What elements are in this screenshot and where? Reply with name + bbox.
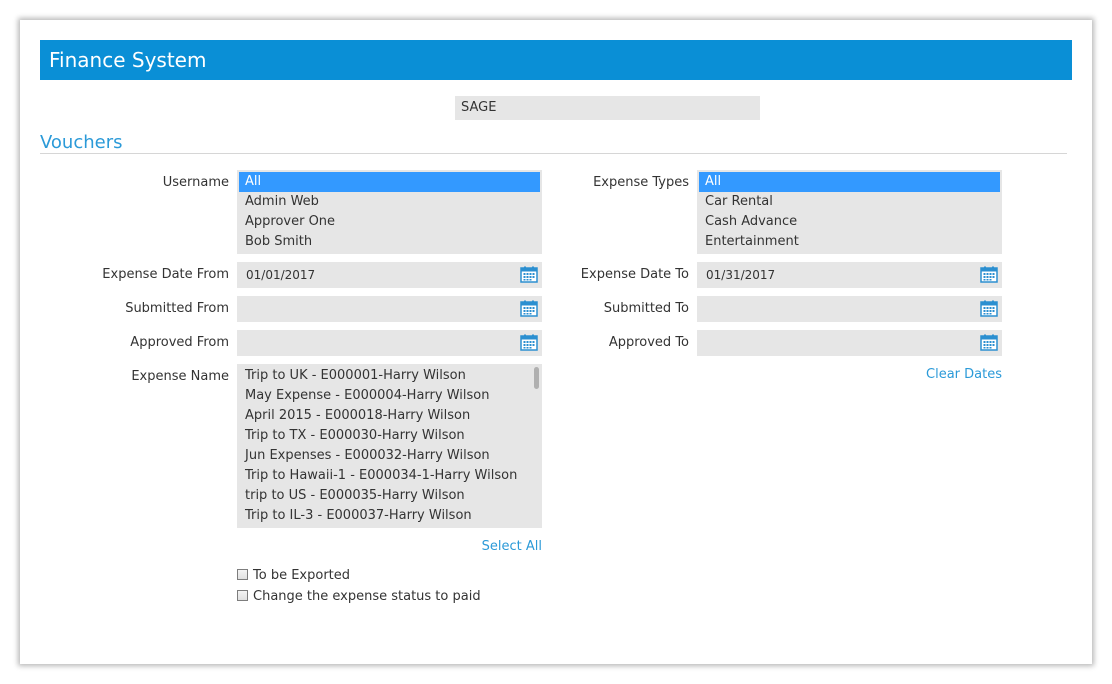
calendar-icon[interactable]: [980, 266, 998, 283]
username-label: Username: [162, 175, 229, 190]
app-title: Finance System: [49, 48, 207, 72]
calendar-icon[interactable]: [980, 300, 998, 317]
expense-name-option[interactable]: April 2015 - E000018-Harry Wilson: [239, 406, 540, 426]
expense-types-listbox[interactable]: All Car Rental Cash Advance Entertainmen…: [697, 170, 1002, 254]
expense-name-option[interactable]: Trip to Hawaii-1 - E000034-1-Harry Wilso…: [239, 466, 540, 486]
section-divider: [40, 153, 1067, 154]
expense-type-option[interactable]: Entertainment: [699, 232, 1000, 252]
expense-name-option[interactable]: Jun Expenses - E000032-Harry Wilson: [239, 446, 540, 466]
expense-name-listbox[interactable]: Trip to UK - E000001-Harry Wilson May Ex…: [237, 364, 542, 528]
expense-date-from-value: 01/01/2017: [246, 268, 316, 282]
to-be-exported-checkbox[interactable]: [237, 569, 248, 580]
change-status-paid-label: Change the expense status to paid: [253, 589, 481, 604]
expense-name-option[interactable]: Trip to UK - E000001-Harry Wilson: [239, 366, 540, 386]
expense-type-option[interactable]: All: [699, 172, 1000, 192]
username-option[interactable]: Approver One: [239, 212, 540, 232]
expense-type-option[interactable]: Cash Advance: [699, 212, 1000, 232]
expense-name-option[interactable]: Trip to TX - E000030-Harry Wilson: [239, 426, 540, 446]
expense-date-to-input[interactable]: 01/31/2017: [697, 262, 1002, 288]
expense-type-option[interactable]: Car Rental: [699, 192, 1000, 212]
expense-date-from-label: Expense Date From: [102, 267, 229, 282]
expense-name-option[interactable]: Trip to IL-3 - E000037-Harry Wilson: [239, 506, 540, 526]
expense-name-label: Expense Name: [131, 369, 229, 384]
submitted-to-label: Submitted To: [603, 301, 689, 316]
section-title: Vouchers: [40, 132, 123, 153]
approved-to-label: Approved To: [608, 335, 689, 350]
approved-from-label: Approved From: [130, 335, 229, 350]
expense-date-to-label: Expense Date To: [580, 267, 689, 282]
calendar-icon[interactable]: [980, 334, 998, 351]
submitted-to-input[interactable]: [697, 296, 1002, 322]
to-be-exported-label: To be Exported: [253, 568, 351, 583]
expense-date-to-value: 01/31/2017: [706, 268, 776, 282]
change-status-paid-row[interactable]: Change the expense status to paid: [237, 587, 481, 607]
page-frame: Finance System SAGE Vouchers Username Al…: [20, 20, 1092, 664]
approved-to-input[interactable]: [697, 330, 1002, 356]
expense-name-scrollbar[interactable]: [534, 367, 539, 389]
to-be-exported-row[interactable]: To be Exported: [237, 566, 350, 586]
username-option[interactable]: Admin Web: [239, 192, 540, 212]
expense-types-label: Expense Types: [593, 175, 689, 190]
expense-name-option[interactable]: trip to US - E000035-Harry Wilson: [239, 486, 540, 506]
company-field[interactable]: SAGE: [455, 96, 760, 120]
clear-dates-link[interactable]: Clear Dates: [910, 365, 1002, 385]
app-title-bar: Finance System: [40, 40, 1072, 80]
expense-name-option[interactable]: May Expense - E000004-Harry Wilson: [239, 386, 540, 406]
change-status-paid-checkbox[interactable]: [237, 590, 248, 601]
username-option[interactable]: Bob Smith: [239, 232, 540, 252]
select-all-link[interactable]: Select All: [442, 537, 542, 557]
submitted-from-label: Submitted From: [125, 301, 229, 316]
